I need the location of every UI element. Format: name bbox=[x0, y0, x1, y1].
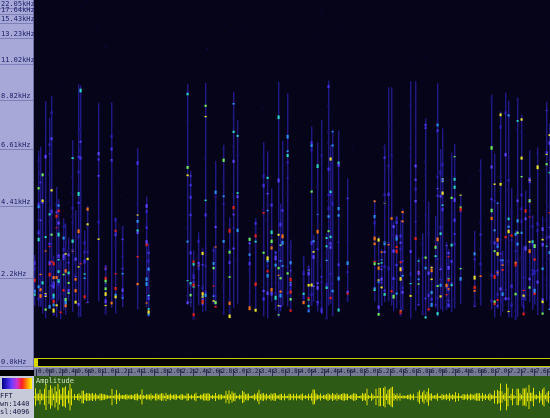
freq-tick bbox=[0, 366, 33, 367]
time-tick bbox=[376, 369, 378, 376]
waveform-trace bbox=[34, 383, 550, 411]
time-tick bbox=[350, 369, 352, 376]
time-tick bbox=[62, 369, 64, 376]
freq-tick-label: 17.64kHz bbox=[1, 6, 35, 14]
freq-tick-label: 13.23kHz bbox=[1, 30, 35, 38]
time-tick bbox=[167, 369, 168, 376]
playhead-handle[interactable] bbox=[34, 359, 38, 366]
time-tick bbox=[311, 369, 313, 376]
freq-tick-label: 15.43kHz bbox=[1, 15, 35, 23]
time-tick bbox=[455, 369, 457, 376]
time-tick bbox=[494, 369, 496, 376]
time-tick bbox=[415, 369, 417, 376]
time-tick bbox=[271, 369, 273, 376]
time-tick bbox=[507, 369, 509, 376]
freq-tick-label: 4.41kHz bbox=[1, 198, 31, 206]
freq-tick-label: 8.82kHz bbox=[1, 92, 31, 100]
freq-tick-label: 6.61kHz bbox=[1, 141, 31, 149]
freq-tick bbox=[0, 100, 33, 101]
freq-tick-label: 2.2kHz bbox=[1, 270, 27, 278]
color-scale-bar bbox=[2, 378, 32, 389]
freq-tick-label: 0.0kHz bbox=[1, 358, 27, 366]
time-tick bbox=[88, 369, 90, 376]
fft-size-label: sl:4096 bbox=[0, 408, 30, 416]
time-tick bbox=[298, 369, 299, 376]
freq-tick bbox=[0, 149, 33, 150]
time-tick bbox=[533, 369, 535, 376]
time-tick bbox=[219, 369, 221, 376]
window-size-label: wn:1440 bbox=[0, 400, 30, 408]
freq-tick bbox=[0, 23, 33, 24]
time-tick bbox=[127, 369, 129, 376]
amplitude-label: Amplitude bbox=[36, 377, 74, 385]
time-tick bbox=[337, 369, 339, 376]
time-tick bbox=[101, 369, 103, 376]
time-tick bbox=[114, 369, 116, 376]
time-tick bbox=[193, 369, 195, 376]
freq-tick bbox=[0, 64, 33, 65]
freq-tick bbox=[0, 38, 33, 39]
time-tick bbox=[429, 369, 430, 376]
position-track[interactable] bbox=[34, 358, 550, 367]
time-tick bbox=[232, 369, 234, 376]
waveform-view[interactable]: Amplitude bbox=[34, 376, 550, 418]
spectrogram-texture bbox=[34, 0, 550, 358]
time-tick bbox=[481, 369, 483, 376]
time-tick bbox=[442, 369, 444, 376]
time-tick bbox=[180, 369, 182, 376]
spectrogram-view[interactable] bbox=[34, 0, 550, 358]
time-tick bbox=[402, 369, 404, 376]
freq-tick bbox=[0, 278, 33, 279]
time-tick bbox=[258, 369, 260, 376]
time-tick bbox=[36, 369, 37, 376]
frequency-axis: 22.05kHz 17.64kHz 15.43kHz 13.23kHz 11.02kHz… bbox=[0, 0, 35, 370]
time-tick bbox=[284, 369, 286, 376]
fft-mode-label: FFT bbox=[0, 392, 13, 400]
legend-panel: FFT wn:1440 sl:4096 bbox=[0, 376, 34, 418]
time-tick bbox=[49, 369, 51, 376]
time-tick bbox=[75, 369, 77, 376]
time-tick bbox=[520, 369, 522, 376]
time-tick bbox=[546, 369, 548, 376]
time-tick bbox=[153, 369, 155, 376]
time-tick bbox=[140, 369, 142, 376]
time-tick bbox=[324, 369, 326, 376]
freq-tick bbox=[0, 206, 33, 207]
freq-tick-label: 11.02kHz bbox=[1, 56, 35, 64]
time-tick bbox=[245, 369, 247, 376]
time-tick bbox=[468, 369, 470, 376]
time-tick bbox=[206, 369, 208, 376]
time-tick bbox=[389, 369, 391, 376]
time-tick bbox=[363, 369, 365, 376]
